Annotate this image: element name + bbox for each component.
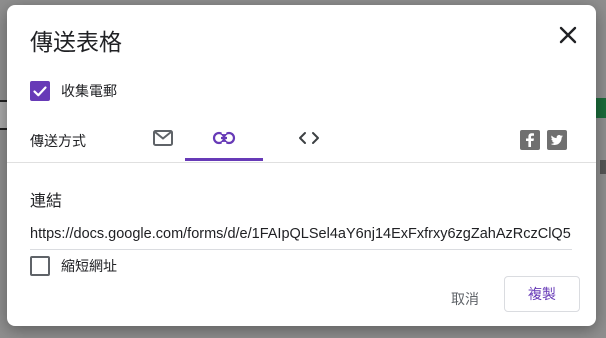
send-form-dialog: 傳送表格 收集電郵 傳送方式 連結 https://docs.google.co… bbox=[7, 5, 596, 326]
twitter-icon bbox=[550, 135, 563, 145]
active-tab-indicator bbox=[185, 158, 263, 161]
divider bbox=[7, 162, 596, 163]
close-button[interactable] bbox=[554, 21, 582, 49]
collect-emails-checkbox[interactable] bbox=[30, 81, 50, 101]
dialog-title: 傳送表格 bbox=[30, 30, 122, 56]
tab-link[interactable] bbox=[185, 123, 263, 161]
twitter-share-button[interactable] bbox=[547, 130, 567, 150]
tab-embed-html[interactable] bbox=[270, 123, 348, 161]
background-fragment bbox=[600, 160, 606, 174]
facebook-share-button[interactable] bbox=[520, 130, 540, 150]
link-section-title: 連結 bbox=[30, 191, 63, 210]
email-icon bbox=[153, 130, 173, 146]
facebook-icon bbox=[526, 133, 534, 147]
shorten-url-label: 縮短網址 bbox=[61, 259, 117, 275]
collect-emails-label: 收集電郵 bbox=[61, 84, 117, 100]
send-via-label: 傳送方式 bbox=[30, 134, 86, 150]
form-link-field[interactable]: https://docs.google.com/forms/d/e/1FAIpQ… bbox=[30, 223, 572, 250]
shorten-url-row: 縮短網址 bbox=[30, 256, 117, 276]
shorten-url-checkbox[interactable] bbox=[30, 256, 50, 276]
close-icon bbox=[559, 26, 577, 44]
link-icon bbox=[212, 131, 236, 145]
copy-button[interactable]: 複製 bbox=[504, 276, 580, 312]
cancel-button[interactable]: 取消 bbox=[437, 282, 493, 316]
send-via-row: 傳送方式 bbox=[30, 123, 574, 161]
embed-code-icon bbox=[299, 132, 319, 144]
check-icon bbox=[33, 86, 47, 97]
collect-emails-row: 收集電郵 bbox=[30, 81, 117, 101]
background-fragment bbox=[596, 98, 606, 118]
